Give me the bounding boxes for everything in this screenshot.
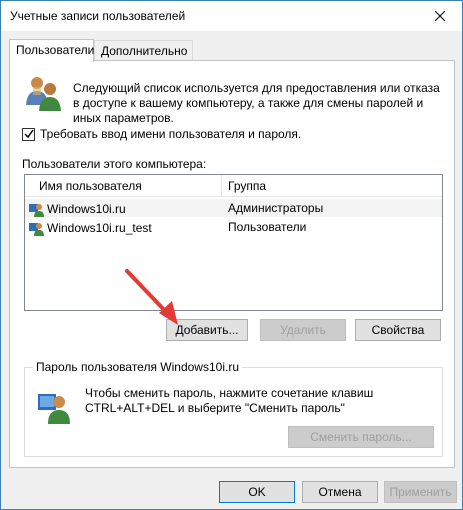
column-header-group[interactable]: Группа xyxy=(228,179,266,193)
title-bar[interactable]: Учетные записи пользователей xyxy=(1,1,462,31)
users-list-label: Пользователи этого компьютера: xyxy=(22,157,207,171)
password-user-icon xyxy=(38,394,70,424)
column-header-username[interactable]: Имя пользователя xyxy=(39,179,142,193)
users-tab-panel: Следующий список используется для предос… xyxy=(9,60,455,468)
users-listview[interactable]: Имя пользователя Группа Windows10i.ru Ад… xyxy=(24,174,443,311)
checkmark-icon xyxy=(23,129,34,139)
user-icon xyxy=(29,204,44,217)
password-groupbox: Пароль пользователя Windows10i.ru Чтобы … xyxy=(24,360,443,457)
require-login-label: Требовать ввод имени пользователя и паро… xyxy=(40,127,302,141)
intro-text: Следующий список используется для предос… xyxy=(73,81,440,125)
window-title: Учетные записи пользователей xyxy=(10,9,186,23)
row-username-text: Windows10i.ru xyxy=(47,202,126,216)
row-group: Администраторы xyxy=(228,201,324,215)
close-button[interactable] xyxy=(418,1,462,31)
properties-button[interactable]: Свойства xyxy=(355,319,441,341)
require-login-row[interactable]: Требовать ввод имени пользователя и паро… xyxy=(22,127,301,141)
user-icon xyxy=(29,223,44,236)
password-group-title: Пароль пользователя Windows10i.ru xyxy=(33,360,242,374)
ok-button[interactable]: OK xyxy=(219,481,295,503)
remove-user-button[interactable]: Удалить xyxy=(260,319,346,341)
require-login-checkbox[interactable] xyxy=(22,127,35,141)
tab-advanced[interactable]: Дополнительно xyxy=(94,40,193,61)
tab-users[interactable]: Пользователи xyxy=(9,39,94,62)
row-username: Windows10i.ru xyxy=(28,201,126,217)
table-row[interactable]: Windows10i.ru_test Пользователи xyxy=(25,218,442,236)
password-instructions: Чтобы сменить пароль, нажмите сочетание … xyxy=(85,386,374,415)
change-password-button[interactable]: Сменить пароль... xyxy=(288,426,434,448)
list-header: Имя пользователя Группа xyxy=(25,175,442,197)
table-row[interactable]: Windows10i.ru Администраторы xyxy=(25,199,442,217)
close-icon xyxy=(435,11,445,21)
add-user-button[interactable]: Добавить... xyxy=(166,319,248,341)
row-username-text: Windows10i.ru_test xyxy=(47,221,152,235)
users-icon xyxy=(26,77,61,111)
user-accounts-window: Учетные записи пользователей Пользовател… xyxy=(0,0,463,510)
row-group: Пользователи xyxy=(228,220,307,234)
row-username: Windows10i.ru_test xyxy=(28,220,152,236)
cancel-button[interactable]: Отмена xyxy=(302,481,378,503)
apply-button[interactable]: Применить xyxy=(384,481,457,503)
column-divider[interactable] xyxy=(221,175,222,197)
